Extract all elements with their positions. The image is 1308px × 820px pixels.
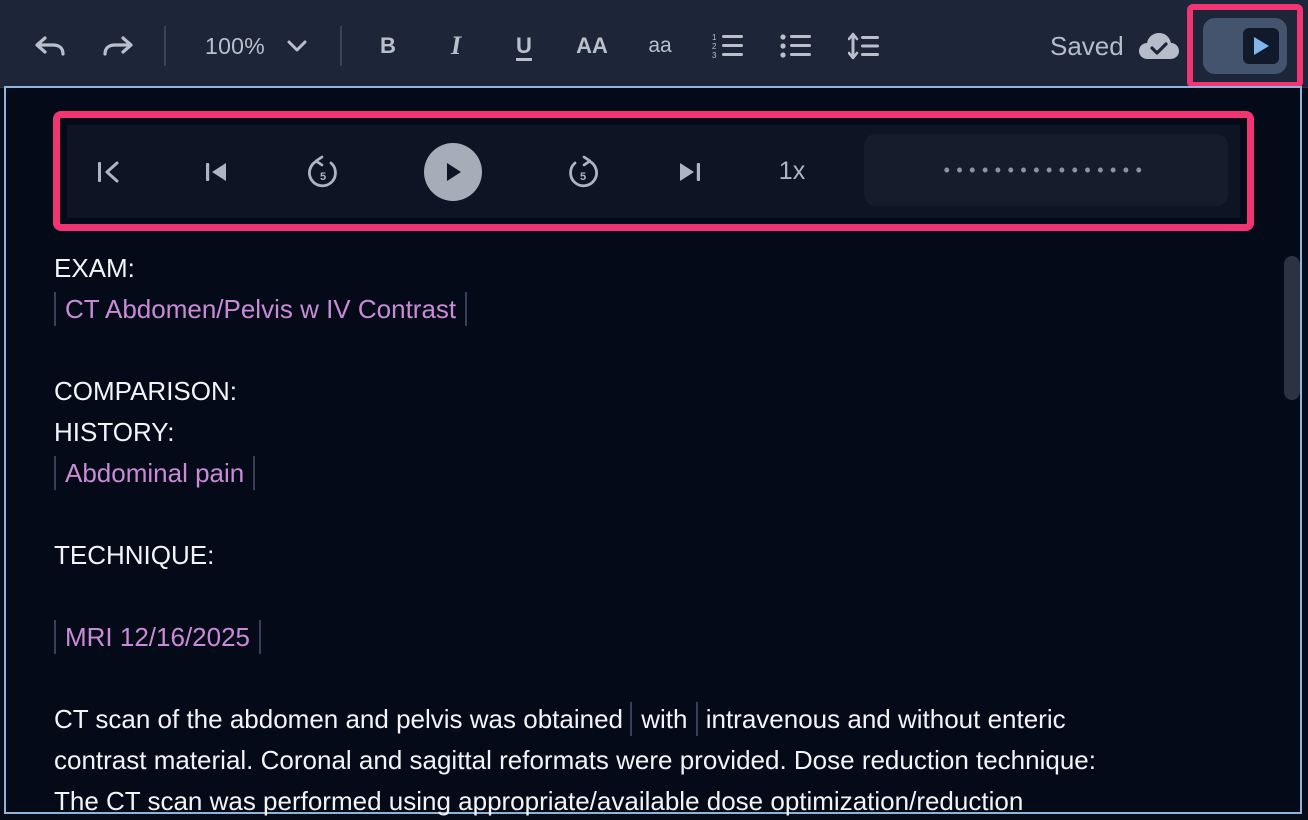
editor-toolbar: 100% B I U AA aa 1 2 3 Saved: [0, 0, 1308, 88]
redo-icon: [103, 36, 133, 56]
history-field-line: Abdominal pain: [54, 453, 1264, 494]
comparison-heading: COMPARISON:: [54, 376, 237, 406]
underline-label: U: [516, 33, 532, 58]
numbered-list-button[interactable]: 1 2 3: [710, 20, 746, 72]
italic-button[interactable]: I: [440, 20, 472, 72]
report-document[interactable]: EXAM: CT Abdomen/Pelvis w IV Contrast CO…: [54, 248, 1264, 820]
technique-heading: TECHNIQUE:: [54, 540, 215, 570]
body-text-line: The CT scan was performed using appropri…: [54, 786, 1024, 816]
exam-field[interactable]: CT Abdomen/Pelvis w IV Contrast: [54, 292, 468, 326]
underline-button[interactable]: U: [508, 20, 540, 72]
report-editor-app: 100% B I U AA aa 1 2 3 Saved 5 5 1x ••••…: [0, 0, 1308, 820]
scrollbar-thumb[interactable]: [1284, 256, 1300, 400]
save-status-text: Saved: [1050, 30, 1124, 61]
cloud-check-icon: [1138, 33, 1179, 59]
exam-field-line: CT Abdomen/Pelvis w IV Contrast: [54, 289, 1264, 330]
line-spacing-button[interactable]: [846, 20, 882, 72]
body-text-line: contrast material. Coronal and sagittal …: [54, 745, 1096, 775]
body-text-line: CT scan of the abdomen and pelvis was ob…: [54, 699, 1264, 740]
bold-label: B: [380, 33, 396, 58]
zoom-dropdown[interactable]: 100%: [196, 20, 316, 72]
bulleted-list-button[interactable]: [778, 20, 814, 72]
chevron-down-icon: [287, 40, 307, 52]
uppercase-button[interactable]: AA: [570, 20, 614, 72]
numbered-list-icon: 1 2 3: [712, 33, 743, 60]
exam-heading: EXAM:: [54, 253, 135, 283]
technique-field-line: MRI 12/16/2025: [54, 617, 1264, 658]
bulleted-list-icon: [780, 34, 811, 58]
lowercase-label: aa: [648, 34, 672, 57]
svg-text:3: 3: [712, 51, 717, 60]
history-heading: HISTORY:: [54, 417, 175, 447]
save-status: Saved: [1050, 28, 1180, 64]
svg-text:2: 2: [712, 42, 717, 51]
line-spacing-icon: [848, 32, 879, 60]
toggle-highlight-annotation: [1187, 4, 1303, 88]
history-field[interactable]: Abdominal pain: [54, 456, 256, 490]
body-text-segment: CT scan of the abdomen and pelvis was ob…: [54, 704, 623, 734]
italic-label: I: [450, 31, 462, 60]
contrast-option-field[interactable]: with: [630, 702, 699, 736]
svg-text:1: 1: [712, 33, 717, 42]
bold-button[interactable]: B: [372, 20, 404, 72]
uppercase-label: AA: [576, 33, 608, 58]
technique-field[interactable]: MRI 12/16/2025: [54, 620, 262, 654]
toolbar-divider: [164, 26, 166, 66]
player-highlight-annotation: [53, 111, 1254, 231]
lowercase-button[interactable]: aa: [640, 20, 680, 72]
toolbar-divider: [340, 26, 342, 66]
undo-button[interactable]: [30, 20, 70, 72]
zoom-level: 100%: [204, 32, 266, 59]
undo-icon: [35, 36, 65, 56]
body-text-segment: intravenous and without enteric: [705, 704, 1066, 734]
redo-button[interactable]: [98, 20, 138, 72]
